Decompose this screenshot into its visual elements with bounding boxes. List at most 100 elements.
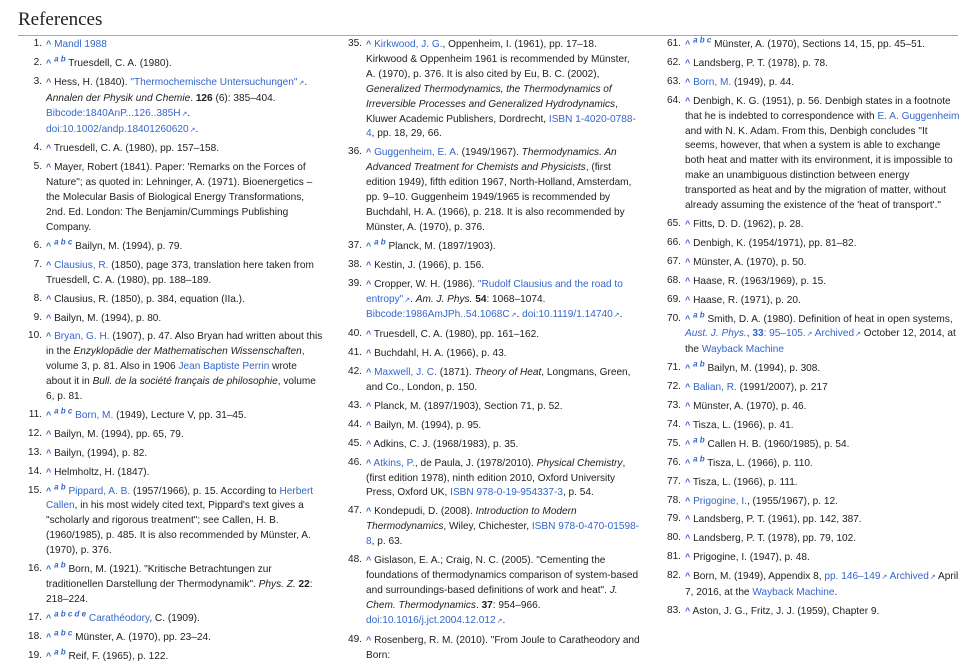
backlink-letters[interactable]: a b c d e bbox=[54, 609, 86, 618]
reference-number: 70. bbox=[666, 312, 681, 324]
reference-item: 40. ^ Truesdell, C. A. (1980), pp. 161–16… bbox=[341, 327, 641, 343]
external-link[interactable]: Archived bbox=[815, 328, 861, 339]
reference-text: ^ Balian, R. (1991/2007), p. 217 bbox=[685, 380, 960, 396]
reference-text-run: Landsberg, P. T. (1978), p. 78. bbox=[690, 57, 828, 69]
external-link[interactable]: Aust. J. Phys. bbox=[685, 328, 747, 339]
reference-text-run: Landsberg, P. T. (1978), pp. 79, 102. bbox=[690, 533, 856, 545]
external-link[interactable]: 33 bbox=[752, 328, 763, 339]
reference-text-run: , Wiley, Chichester, bbox=[443, 521, 532, 533]
reference-text-run: Bailyn, M. (1994), p. 80. bbox=[51, 312, 162, 324]
reference-text-run: , in his most widely cited text, Pippard… bbox=[46, 500, 311, 557]
external-link[interactable]: Bibcode:1986AmJPh..54.1068C bbox=[366, 309, 517, 320]
reference-text: ^ Kestin, J. (1966), p. 156. bbox=[366, 258, 641, 274]
reference-text: ^ Guggenheim, E. A. (1949/1967). Thermod… bbox=[366, 145, 641, 235]
reference-text: ^ Mayer, Robert (1841). Paper: 'Remarks … bbox=[46, 160, 323, 236]
reference-link[interactable]: Born, M. bbox=[693, 77, 731, 88]
external-link[interactable]: pp. 146–149 bbox=[824, 571, 887, 582]
reference-item: 36. ^ Guggenheim, E. A. (1949/1967). Ther… bbox=[341, 145, 641, 235]
reference-text-run: Prigogine, I. (1947), p. 48. bbox=[690, 552, 810, 564]
external-link[interactable]: : 95–105. bbox=[764, 328, 813, 339]
reference-item: 74. ^ Tisza, L. (1966), p. 41. bbox=[660, 418, 960, 434]
reference-text-run: , p. 63. bbox=[371, 536, 403, 548]
reference-text-run: Bailyn, M. (1994), p. 95. bbox=[371, 419, 482, 431]
reference-link[interactable]: Carathéodory bbox=[89, 613, 149, 624]
reference-link[interactable]: Kirkwood, J. G. bbox=[374, 39, 442, 50]
reference-link[interactable]: Clausius, R. bbox=[54, 260, 108, 271]
reference-text: ^ Landsberg, P. T. (1978), p. 78. bbox=[685, 56, 960, 72]
reference-text: ^ a b c Münster, A. (1970), Sections 14,… bbox=[685, 36, 960, 53]
references-heading: References bbox=[18, 6, 958, 36]
external-link[interactable]: Archived bbox=[890, 571, 936, 582]
external-link[interactable]: "Thermochemische Untersuchungen" bbox=[130, 77, 304, 88]
reference-number: 4. bbox=[33, 142, 42, 154]
reference-number: 37. bbox=[347, 239, 362, 251]
reference-link[interactable]: Jean Baptiste Perrin bbox=[178, 361, 269, 372]
backlink-letters[interactable]: a b c bbox=[54, 628, 72, 637]
reference-text-run: Mayer, Robert (1841). Paper: 'Remarks on… bbox=[46, 162, 313, 233]
reference-item: 47. ^ Kondepudi, D. (2008). Introduction … bbox=[341, 504, 641, 550]
reference-text-run: Denbigh, K. (1954/1971), pp. 81–82. bbox=[690, 237, 857, 249]
reference-text-run: : 1068–1074. bbox=[486, 293, 546, 305]
reference-item: 79. ^ Landsberg, P. T. (1961), pp. 142, 3… bbox=[660, 512, 960, 528]
backlink-letters[interactable]: a b bbox=[374, 237, 386, 246]
reference-text-run: . bbox=[834, 587, 838, 599]
reference-text-run: Clausius, R. (1850), p. 384, equation (I… bbox=[51, 293, 245, 305]
reference-text-run: Born, M. (1921). "Kritische Betrachtunge… bbox=[46, 564, 272, 590]
backlink-letters[interactable]: a b bbox=[54, 561, 66, 570]
reference-text-run: . bbox=[187, 107, 191, 119]
reference-text-run: Reif, F. (1965), p. 122. bbox=[65, 650, 169, 662]
reference-text: ^ Hess, H. (1840). "Thermochemische Unte… bbox=[46, 75, 323, 139]
reference-link[interactable]: Guggenheim, E. A. bbox=[374, 147, 459, 158]
reference-number: 13. bbox=[27, 446, 42, 458]
reference-link[interactable]: Maxwell, J. C. bbox=[374, 367, 437, 378]
reference-number: 44. bbox=[347, 418, 362, 430]
reference-link[interactable]: Prigogine, I. bbox=[693, 496, 747, 507]
reference-item: 44. ^ Bailyn, M. (1994), p. 95. bbox=[341, 418, 641, 434]
backlink-letters[interactable]: a b bbox=[693, 310, 705, 319]
reference-text: ^ a b Bailyn, M. (1994), p. 308. bbox=[685, 360, 960, 377]
reference-number: 71. bbox=[666, 362, 681, 374]
reference-number: 48. bbox=[347, 554, 362, 566]
reference-link[interactable]: ISBN 978-0-19-954337-3 bbox=[450, 487, 563, 498]
external-link[interactable]: Bibcode:1840AnP...126..385H bbox=[46, 108, 187, 119]
reference-text: ^ a b c Bailyn, M. (1994), p. 79. bbox=[46, 238, 323, 255]
reference-item: 4. ^ Truesdell, C. A. (1980), pp. 157–158… bbox=[18, 141, 323, 157]
reference-number: 62. bbox=[666, 56, 681, 68]
backlink-letters[interactable]: a b bbox=[693, 360, 705, 369]
reference-text: ^ Fitts, D. D. (1962), p. 28. bbox=[685, 217, 960, 233]
reference-item: 5. ^ Mayer, Robert (1841). Paper: 'Remark… bbox=[18, 160, 323, 236]
backlink-letters[interactable]: a b c bbox=[54, 407, 72, 416]
reference-link[interactable]: Pippard, A. B. bbox=[68, 486, 130, 497]
reference-item: 63. ^ Born, M. (1949), p. 44. bbox=[660, 75, 960, 91]
reference-text-run: Bull. de la société français de philosop… bbox=[92, 376, 278, 388]
reference-link[interactable]: Atkins, P. bbox=[374, 458, 415, 469]
reference-link[interactable]: Born, M. bbox=[75, 410, 113, 421]
reference-link[interactable]: Bryan, G. H. bbox=[54, 331, 110, 342]
backlink-letters[interactable]: a b bbox=[54, 647, 66, 656]
reference-link[interactable]: Mandl 1988 bbox=[54, 39, 107, 50]
reference-text-run: Aston, J. G., Fritz, J. J. (1959), Chapt… bbox=[690, 606, 880, 617]
backlink-letters[interactable]: a b c bbox=[693, 36, 711, 45]
reference-link[interactable]: E. A. Guggenheim bbox=[877, 111, 959, 122]
reference-text-run: Annalen der Physik und Chemie bbox=[46, 92, 191, 104]
backlink-letters[interactable]: a b bbox=[693, 435, 705, 444]
reference-link[interactable]: Wayback Machine bbox=[702, 344, 784, 355]
reference-text: ^ Kirkwood, J. G., Oppenheim, I. (1961),… bbox=[366, 37, 641, 142]
reference-text-run: , p. 54. bbox=[562, 487, 594, 499]
reference-text-run: (1949), p. 44. bbox=[731, 76, 795, 88]
backlink-letters[interactable]: a b bbox=[54, 482, 66, 491]
reference-link[interactable]: Wayback Machine bbox=[752, 587, 834, 598]
reference-text-run: Cropper, W. H. (1986). bbox=[371, 278, 478, 290]
reference-text-run: Bailyn, M. (1994), p. 308. bbox=[704, 363, 821, 375]
reference-number: 6. bbox=[33, 239, 42, 251]
external-link[interactable]: doi:10.1119/1.14740 bbox=[522, 309, 619, 320]
reference-item: 16. ^ a b Born, M. (1921). "Kritische Bet… bbox=[18, 561, 323, 608]
reference-number: 36. bbox=[347, 146, 362, 158]
backlink-letters[interactable]: a b bbox=[54, 55, 66, 64]
reference-text: ^ Prigogine, I. (1947), p. 48. bbox=[685, 550, 960, 566]
backlink-letters[interactable]: a b bbox=[693, 454, 705, 463]
backlink-letters[interactable]: a b c bbox=[54, 238, 72, 247]
reference-link[interactable]: Balian, R. bbox=[693, 382, 737, 393]
external-link[interactable]: doi:10.1002/andp.18401260620 bbox=[46, 124, 195, 135]
external-link[interactable]: doi:10.1016/j.jct.2004.12.012 bbox=[366, 615, 503, 626]
